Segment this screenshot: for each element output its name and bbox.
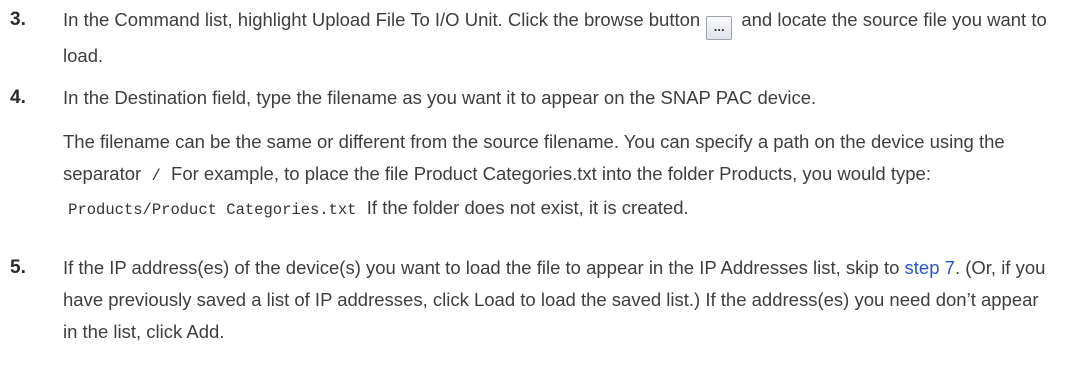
note-text-part: For example, to place the file Product C… (171, 163, 931, 184)
note-paragraph: The filename can be the same or differen… (63, 126, 1052, 226)
step-7-link[interactable]: step 7 (905, 257, 955, 278)
step-number: 3. (10, 9, 26, 30)
step-number: 4. (10, 87, 26, 108)
step-text-part: In the Command list, highlight Upload Fi… (63, 9, 701, 30)
step-text: If the IP address(es) of the device(s) y… (63, 252, 1052, 348)
step-text: In the Destination field, type the filen… (63, 87, 817, 108)
path-separator: / (151, 167, 161, 185)
note-text-part: If the folder does not exist, it is crea… (366, 197, 689, 218)
step-number: 5. (10, 257, 26, 278)
document-page: 3. In the Command list, highlight Upload… (0, 0, 1074, 385)
step-text-part: If the IP address(es) of the device(s) y… (63, 257, 900, 278)
example-path: Products/Product Categories.txt (68, 201, 357, 219)
browse-button-icon[interactable]: ... (706, 16, 733, 40)
step-text: In the Command list, highlight Upload Fi… (63, 4, 1052, 72)
